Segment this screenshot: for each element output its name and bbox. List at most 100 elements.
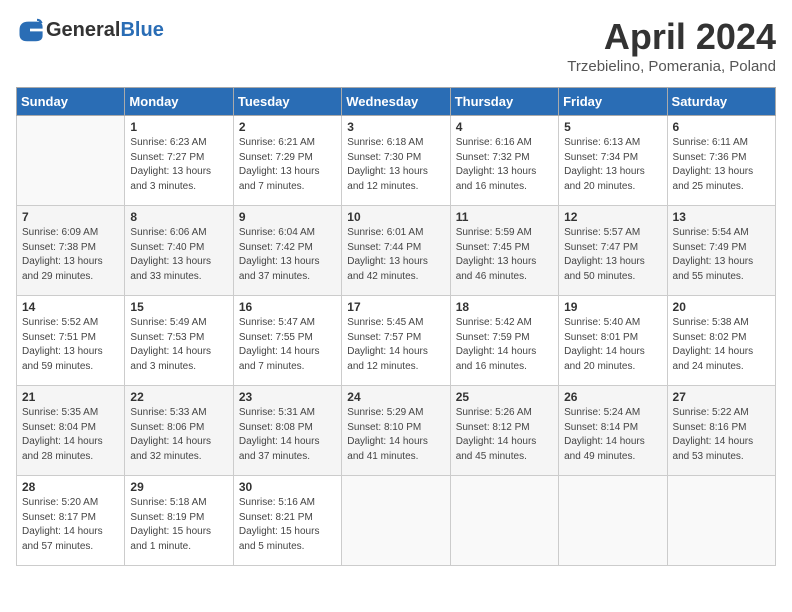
title-section: April 2024 Trzebielino, Pomerania, Polan… bbox=[567, 16, 776, 75]
day-number: 22 bbox=[130, 390, 227, 404]
cell-info: Sunrise: 5:54 AM Sunset: 7:49 PM Dayligh… bbox=[673, 226, 770, 284]
calendar-cell: 21 Sunrise: 5:35 AM Sunset: 8:04 PM Dayli… bbox=[17, 386, 125, 476]
cell-info: Sunrise: 5:45 AM Sunset: 7:57 PM Dayligh… bbox=[347, 316, 444, 374]
day-number: 11 bbox=[456, 210, 553, 224]
calendar-cell bbox=[559, 476, 667, 566]
day-number: 6 bbox=[673, 120, 770, 134]
day-header-sunday: Sunday bbox=[17, 88, 125, 116]
calendar-cell: 7Sunrise: 6:09 AM Sunset: 7:38 PM Daylig… bbox=[17, 206, 125, 296]
calendar-cell: 30 Sunrise: 5:16 AM Sunset: 8:21 PM Dayli… bbox=[233, 476, 341, 566]
cell-info: Sunrise: 5:59 AM Sunset: 7:45 PM Dayligh… bbox=[456, 226, 553, 284]
cell-info: Sunrise: 6:18 AM Sunset: 7:30 PM Dayligh… bbox=[347, 136, 444, 194]
calendar-cell: 28 Sunrise: 5:20 AM Sunset: 8:17 PM Dayli… bbox=[17, 476, 125, 566]
cell-info: Sunrise: 5:35 AM Sunset: 8:04 PM Dayligh… bbox=[22, 406, 119, 464]
day-header-monday: Monday bbox=[125, 88, 233, 116]
day-number: 20 bbox=[673, 300, 770, 314]
calendar-cell: 11 Sunrise: 5:59 AM Sunset: 7:45 PM Dayli… bbox=[450, 206, 558, 296]
calendar-cell: 14 Sunrise: 5:52 AM Sunset: 7:51 PM Dayli… bbox=[17, 296, 125, 386]
cell-info: Sunrise: 5:49 AM Sunset: 7:53 PM Dayligh… bbox=[130, 316, 227, 374]
calendar-cell: 26 Sunrise: 5:24 AM Sunset: 8:14 PM Dayli… bbox=[559, 386, 667, 476]
day-number: 26 bbox=[564, 390, 661, 404]
day-header-tuesday: Tuesday bbox=[233, 88, 341, 116]
day-number: 29 bbox=[130, 480, 227, 494]
day-number: 15 bbox=[130, 300, 227, 314]
calendar-cell: 13Sunrise: 5:54 AM Sunset: 7:49 PM Dayli… bbox=[667, 206, 775, 296]
cell-info: Sunrise: 5:26 AM Sunset: 8:12 PM Dayligh… bbox=[456, 406, 553, 464]
logo: GeneralBlue bbox=[16, 16, 164, 44]
day-number: 5 bbox=[564, 120, 661, 134]
day-header-saturday: Saturday bbox=[667, 88, 775, 116]
calendar-cell: 22 Sunrise: 5:33 AM Sunset: 8:06 PM Dayli… bbox=[125, 386, 233, 476]
day-number: 16 bbox=[239, 300, 336, 314]
week-row-5: 28 Sunrise: 5:20 AM Sunset: 8:17 PM Dayli… bbox=[17, 476, 776, 566]
month-title: April 2024 bbox=[567, 16, 776, 58]
calendar-cell bbox=[667, 476, 775, 566]
calendar-cell: 15 Sunrise: 5:49 AM Sunset: 7:53 PM Dayli… bbox=[125, 296, 233, 386]
calendar-table: SundayMondayTuesdayWednesdayThursdayFrid… bbox=[16, 87, 776, 566]
day-number: 2 bbox=[239, 120, 336, 134]
day-headers-row: SundayMondayTuesdayWednesdayThursdayFrid… bbox=[17, 88, 776, 116]
day-number: 1 bbox=[130, 120, 227, 134]
calendar-cell: 2Sunrise: 6:21 AM Sunset: 7:29 PM Daylig… bbox=[233, 116, 341, 206]
calendar-cell: 18 Sunrise: 5:42 AM Sunset: 7:59 PM Dayli… bbox=[450, 296, 558, 386]
cell-info: Sunrise: 6:11 AM Sunset: 7:36 PM Dayligh… bbox=[673, 136, 770, 194]
day-number: 24 bbox=[347, 390, 444, 404]
day-header-wednesday: Wednesday bbox=[342, 88, 450, 116]
day-number: 21 bbox=[22, 390, 119, 404]
calendar-cell: 24Sunrise: 5:29 AM Sunset: 8:10 PM Dayli… bbox=[342, 386, 450, 476]
calendar-cell: 16 Sunrise: 5:47 AM Sunset: 7:55 PM Dayli… bbox=[233, 296, 341, 386]
logo-icon bbox=[16, 16, 44, 44]
week-row-1: 1 Sunrise: 6:23 AM Sunset: 7:27 PM Daylig… bbox=[17, 116, 776, 206]
day-header-thursday: Thursday bbox=[450, 88, 558, 116]
cell-info: Sunrise: 5:47 AM Sunset: 7:55 PM Dayligh… bbox=[239, 316, 336, 374]
day-number: 28 bbox=[22, 480, 119, 494]
week-row-4: 21 Sunrise: 5:35 AM Sunset: 8:04 PM Dayli… bbox=[17, 386, 776, 476]
calendar-cell: 3 Sunrise: 6:18 AM Sunset: 7:30 PM Daylig… bbox=[342, 116, 450, 206]
calendar-cell: 9 Sunrise: 6:04 AM Sunset: 7:42 PM Daylig… bbox=[233, 206, 341, 296]
calendar-cell: 23 Sunrise: 5:31 AM Sunset: 8:08 PM Dayli… bbox=[233, 386, 341, 476]
calendar-cell: 19Sunrise: 5:40 AM Sunset: 8:01 PM Dayli… bbox=[559, 296, 667, 386]
cell-info: Sunrise: 5:20 AM Sunset: 8:17 PM Dayligh… bbox=[22, 496, 119, 554]
logo-text-blue: Blue bbox=[120, 19, 163, 41]
calendar-cell bbox=[450, 476, 558, 566]
cell-info: Sunrise: 5:31 AM Sunset: 8:08 PM Dayligh… bbox=[239, 406, 336, 464]
cell-info: Sunrise: 5:16 AM Sunset: 8:21 PM Dayligh… bbox=[239, 496, 336, 554]
day-number: 8 bbox=[130, 210, 227, 224]
day-number: 25 bbox=[456, 390, 553, 404]
cell-info: Sunrise: 5:42 AM Sunset: 7:59 PM Dayligh… bbox=[456, 316, 553, 374]
calendar-cell: 17 Sunrise: 5:45 AM Sunset: 7:57 PM Dayli… bbox=[342, 296, 450, 386]
calendar-cell: 27Sunrise: 5:22 AM Sunset: 8:16 PM Dayli… bbox=[667, 386, 775, 476]
calendar-cell bbox=[342, 476, 450, 566]
cell-info: Sunrise: 6:16 AM Sunset: 7:32 PM Dayligh… bbox=[456, 136, 553, 194]
day-number: 12 bbox=[564, 210, 661, 224]
location-subtitle: Trzebielino, Pomerania, Poland bbox=[567, 58, 776, 75]
cell-info: Sunrise: 5:38 AM Sunset: 8:02 PM Dayligh… bbox=[673, 316, 770, 374]
cell-info: Sunrise: 6:04 AM Sunset: 7:42 PM Dayligh… bbox=[239, 226, 336, 284]
cell-info: Sunrise: 5:33 AM Sunset: 8:06 PM Dayligh… bbox=[130, 406, 227, 464]
cell-info: Sunrise: 6:06 AM Sunset: 7:40 PM Dayligh… bbox=[130, 226, 227, 284]
calendar-cell: 8 Sunrise: 6:06 AM Sunset: 7:40 PM Daylig… bbox=[125, 206, 233, 296]
day-number: 4 bbox=[456, 120, 553, 134]
day-number: 3 bbox=[347, 120, 444, 134]
week-row-3: 14 Sunrise: 5:52 AM Sunset: 7:51 PM Dayli… bbox=[17, 296, 776, 386]
cell-info: Sunrise: 6:09 AM Sunset: 7:38 PM Dayligh… bbox=[22, 226, 119, 284]
day-header-friday: Friday bbox=[559, 88, 667, 116]
cell-info: Sunrise: 5:24 AM Sunset: 8:14 PM Dayligh… bbox=[564, 406, 661, 464]
cell-info: Sunrise: 5:57 AM Sunset: 7:47 PM Dayligh… bbox=[564, 226, 661, 284]
cell-info: Sunrise: 6:23 AM Sunset: 7:27 PM Dayligh… bbox=[130, 136, 227, 194]
cell-info: Sunrise: 5:52 AM Sunset: 7:51 PM Dayligh… bbox=[22, 316, 119, 374]
day-number: 10 bbox=[347, 210, 444, 224]
day-number: 14 bbox=[22, 300, 119, 314]
calendar-cell: 4 Sunrise: 6:16 AM Sunset: 7:32 PM Daylig… bbox=[450, 116, 558, 206]
day-number: 30 bbox=[239, 480, 336, 494]
day-number: 18 bbox=[456, 300, 553, 314]
day-number: 27 bbox=[673, 390, 770, 404]
calendar-cell: 20 Sunrise: 5:38 AM Sunset: 8:02 PM Dayli… bbox=[667, 296, 775, 386]
cell-info: Sunrise: 6:01 AM Sunset: 7:44 PM Dayligh… bbox=[347, 226, 444, 284]
day-number: 23 bbox=[239, 390, 336, 404]
day-number: 9 bbox=[239, 210, 336, 224]
page-header: GeneralBlue April 2024 Trzebielino, Pome… bbox=[16, 16, 776, 75]
week-row-2: 7Sunrise: 6:09 AM Sunset: 7:38 PM Daylig… bbox=[17, 206, 776, 296]
cell-info: Sunrise: 5:40 AM Sunset: 8:01 PM Dayligh… bbox=[564, 316, 661, 374]
day-number: 17 bbox=[347, 300, 444, 314]
